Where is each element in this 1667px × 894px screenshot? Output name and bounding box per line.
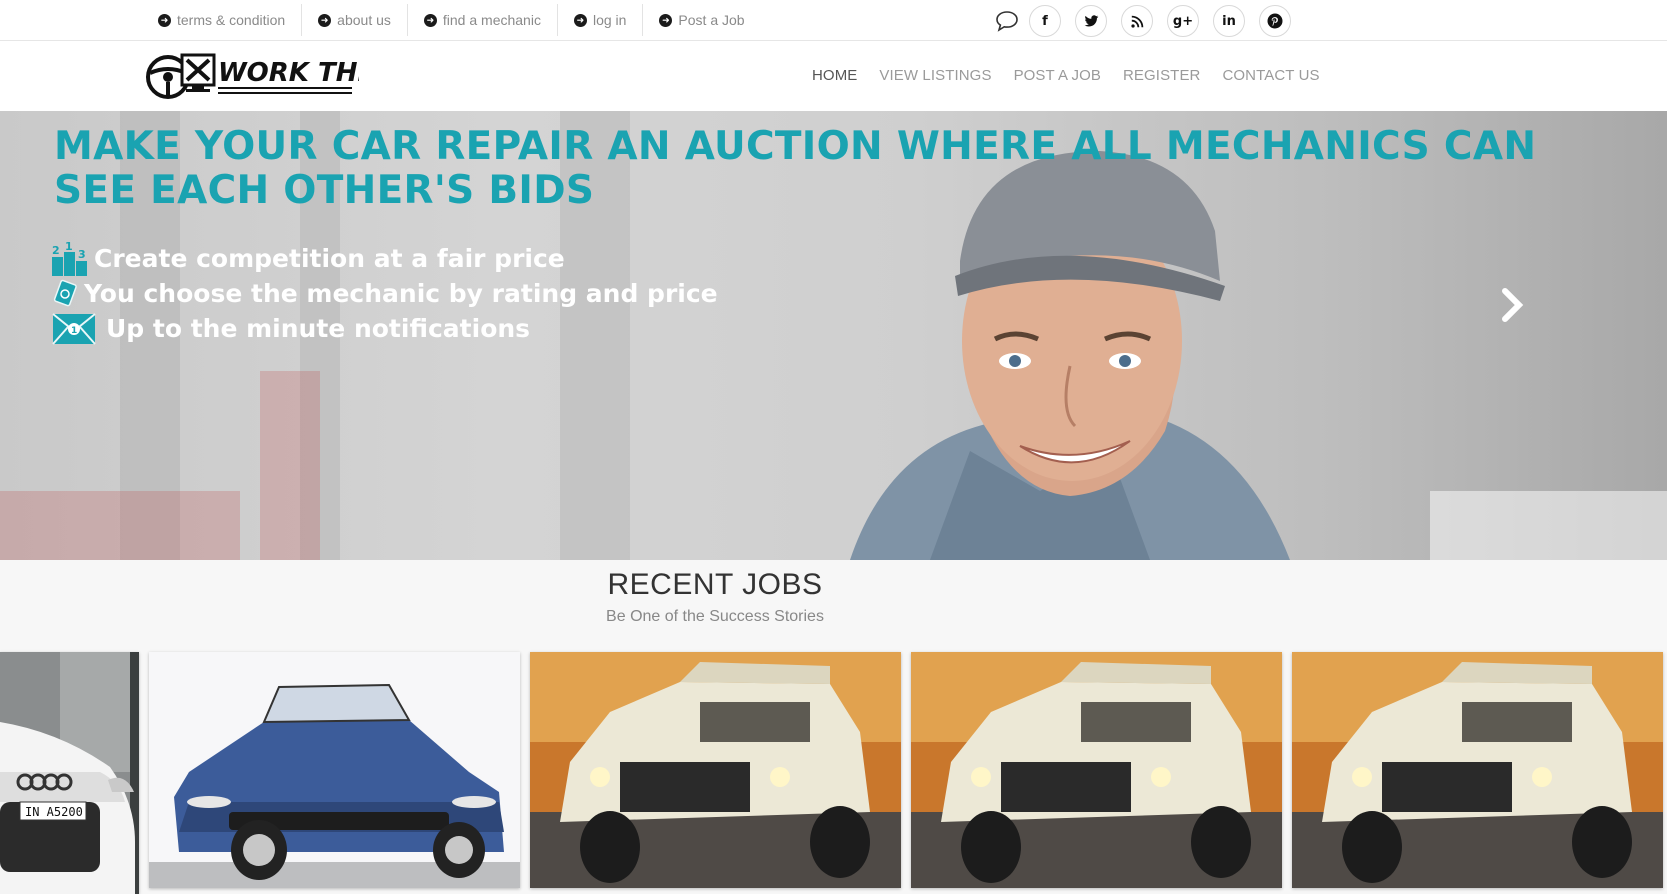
svg-text:2: 2 [52, 244, 60, 257]
svg-text:3: 3 [78, 248, 86, 261]
arrow-circle-right-icon: ➜ [318, 13, 332, 27]
top-utility-bar: ➜ terms & condition ➜ about us ➜ find a … [0, 0, 1667, 41]
feature-item: 1 Up to the minute notifications [52, 311, 718, 346]
arrow-circle-right-icon: ➜ [423, 13, 437, 27]
feature-list: 213 Create competition at a fair price Y… [52, 241, 718, 346]
post-job-link[interactable]: ➜ Post a Job [643, 4, 760, 36]
twitter-icon[interactable] [1075, 5, 1107, 37]
nav-post-a-job[interactable]: POST A JOB [1014, 67, 1101, 84]
recent-jobs-title: RECENT JOBS [607, 568, 823, 601]
terms-link[interactable]: ➜ terms & condition [148, 4, 303, 36]
feature-text: Up to the minute notifications [106, 314, 531, 343]
podium-icon: 213 [52, 242, 88, 276]
hummer-truck-image[interactable] [911, 652, 1282, 888]
chevron-right-icon[interactable] [1497, 285, 1527, 325]
chat-bubble-icon[interactable] [993, 7, 1021, 35]
background-shape [260, 371, 320, 560]
about-link[interactable]: ➜ about us [302, 4, 408, 36]
login-link-label: log in [592, 12, 627, 28]
arrow-circle-right-icon: ➜ [158, 13, 171, 27]
about-link-label: about us [337, 12, 391, 28]
money-icon [52, 279, 78, 309]
arrow-circle-right-icon: ➜ [659, 13, 673, 27]
terms-link-label: terms & condition [177, 12, 286, 28]
envelope-icon: 1 [52, 312, 96, 345]
recent-jobs-carousel: IN A5200 [0, 652, 1667, 894]
nav-contact-us[interactable]: CONTACT US [1222, 67, 1319, 84]
rss-icon[interactable] [1121, 5, 1153, 37]
recent-jobs-subtitle: Be One of the Success Stories [606, 608, 824, 625]
top-links: ➜ terms & condition ➜ about us ➜ find a … [148, 0, 761, 40]
background-column [1430, 491, 1667, 560]
login-link[interactable]: ➜ log in [558, 4, 644, 36]
feature-item: 213 Create competition at a fair price [52, 241, 718, 276]
license-plate: IN A5200 [25, 805, 83, 819]
logo-text: WORK THIS [218, 58, 359, 88]
feature-text: Create competition at a fair price [94, 244, 565, 273]
arrow-circle-right-icon: ➜ [573, 13, 587, 27]
social-links: f g+ in [993, 5, 1305, 37]
recent-jobs-section: RECENT JOBS Be One of the Success Storie… [0, 560, 1667, 652]
feature-text: You choose the mechanic by rating and pr… [84, 279, 718, 308]
audi-white-car-image[interactable]: IN A5200 [0, 652, 139, 894]
google-plus-icon[interactable]: g+ [1167, 5, 1199, 37]
hummer-truck-image[interactable] [530, 652, 901, 888]
main-nav: HOME VIEW LISTINGS POST A JOB REGISTER C… [812, 67, 1342, 84]
blue-convertible-car-image[interactable] [149, 652, 520, 888]
nav-register[interactable]: REGISTER [1123, 67, 1200, 84]
hero-slider: MAKE YOUR CAR REPAIR AN AUCTION WHERE AL… [0, 111, 1667, 560]
site-header: WORK THIS HOME VIEW LISTINGS POST A JOB … [0, 41, 1667, 111]
hero-headline: MAKE YOUR CAR REPAIR AN AUCTION WHERE AL… [54, 124, 1537, 213]
svg-text:1: 1 [71, 326, 77, 336]
site-logo[interactable]: WORK THIS [144, 47, 386, 103]
background-shape [0, 491, 240, 560]
find-mechanic-link-label: find a mechanic [442, 12, 541, 28]
hummer-truck-image[interactable] [1292, 652, 1663, 888]
linkedin-icon[interactable]: in [1213, 5, 1245, 37]
find-mechanic-link[interactable]: ➜ find a mechanic [408, 4, 558, 36]
post-job-link-label: Post a Job [678, 12, 745, 28]
nav-home[interactable]: HOME [812, 67, 857, 84]
nav-view-listings[interactable]: VIEW LISTINGS [879, 67, 991, 84]
feature-item: You choose the mechanic by rating and pr… [52, 276, 718, 311]
pinterest-icon[interactable] [1259, 5, 1291, 37]
facebook-icon[interactable]: f [1029, 5, 1061, 37]
svg-text:1: 1 [65, 242, 73, 253]
